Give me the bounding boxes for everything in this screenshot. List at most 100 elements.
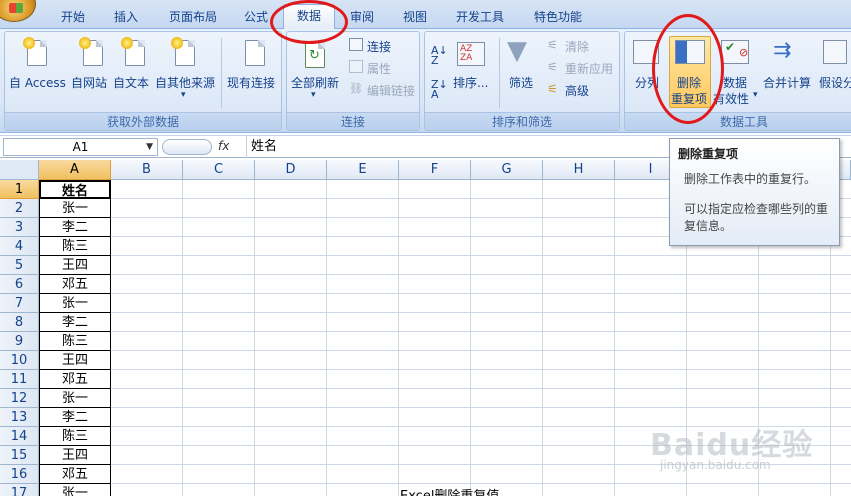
chevron-down-icon[interactable]: ▼ — [146, 139, 153, 155]
row-header[interactable]: 4 — [0, 237, 39, 256]
tab-insert[interactable]: 插入 — [106, 8, 146, 29]
tab-developer[interactable]: 开发工具 — [447, 8, 513, 29]
row-header[interactable]: 14 — [0, 427, 39, 446]
new-star-icon — [79, 37, 91, 49]
column-header-c[interactable]: C — [183, 160, 255, 180]
formula-bar-resize-handle[interactable] — [162, 139, 212, 155]
row-header[interactable]: 6 — [0, 275, 39, 294]
tab-special-features[interactable]: 特色功能 — [525, 8, 591, 29]
consolidate-button[interactable]: 合并计算 — [763, 74, 811, 91]
column-header-h[interactable]: H — [543, 160, 615, 180]
tab-view[interactable]: 视图 — [395, 8, 435, 29]
edit-links-button[interactable]: 编辑链接 — [367, 82, 415, 99]
select-all-corner[interactable] — [0, 160, 39, 180]
cell-a[interactable]: 张一 — [39, 484, 111, 496]
cell-a1-header[interactable]: 姓名 — [39, 180, 111, 199]
what-if-analysis-icon — [823, 40, 847, 64]
sort-a-z-icon[interactable]: A↓ Z — [431, 45, 448, 66]
name-box[interactable]: A1 ▼ — [3, 138, 158, 156]
divider — [499, 38, 500, 108]
annotation-circle-data-tab — [270, 0, 348, 44]
group-connections: ↻ 全部刷新 ▾ 连接 属性 ⛓ 编辑链接 连接 — [286, 31, 420, 131]
column-header-b[interactable]: B — [111, 160, 183, 180]
group-label: 排序和筛选 — [425, 112, 619, 130]
gridline — [111, 483, 851, 484]
gridline — [254, 180, 255, 496]
cell-a[interactable]: 张一 — [39, 199, 111, 218]
tab-home[interactable]: 开始 — [52, 8, 94, 29]
sort-z-a-icon[interactable]: Z↓ A — [431, 79, 448, 100]
column-header-a[interactable]: A — [39, 160, 111, 180]
data-validation-label-1[interactable]: 数据 — [723, 74, 747, 91]
chevron-down-icon: ▾ — [311, 90, 316, 100]
sort-az-letters: AZ ZA — [460, 44, 473, 63]
gridline — [111, 274, 851, 275]
cell-a[interactable]: 陈三 — [39, 332, 111, 351]
gridline — [542, 180, 543, 496]
from-other-sources-button[interactable]: 自其他来源 — [155, 74, 215, 91]
cell-a[interactable]: 王四 — [39, 446, 111, 465]
cell-a[interactable]: 陈三 — [39, 427, 111, 446]
tooltip-line-2: 可以指定应检查哪些列的重复信息。 — [684, 202, 829, 233]
row-header[interactable]: 2 — [0, 199, 39, 218]
from-access-button[interactable]: 自 Access — [9, 74, 66, 91]
cell-a[interactable]: 邓五 — [39, 275, 111, 294]
tooltip-line-1: 删除工作表中的重复行。 — [684, 172, 817, 186]
group-get-external-data: 自 Access 自网站 自文本 自其他来源 ▾ 现有连接 获取外部数据 — [4, 31, 282, 131]
link-icon: ⛓ — [349, 82, 363, 95]
connections-button[interactable]: 连接 — [367, 38, 391, 55]
cell-a[interactable]: 张一 — [39, 389, 111, 408]
cell-a[interactable]: 李二 — [39, 313, 111, 332]
existing-connections-icon — [245, 40, 265, 66]
row-header[interactable]: 8 — [0, 313, 39, 332]
cell-a[interactable]: 陈三 — [39, 237, 111, 256]
group-label: 获取外部数据 — [5, 112, 281, 130]
office-button[interactable] — [0, 0, 36, 22]
clear-filter-icon: ⚟ — [547, 38, 558, 52]
gridline — [470, 180, 471, 496]
cell-a[interactable]: 李二 — [39, 408, 111, 427]
annotation-circle-remove-duplicates — [652, 14, 724, 124]
row-header[interactable]: 15 — [0, 446, 39, 465]
new-star-icon — [23, 37, 35, 49]
column-header-e[interactable]: E — [327, 160, 399, 180]
row-header[interactable]: 11 — [0, 370, 39, 389]
reapply-button[interactable]: 重新应用 — [565, 60, 613, 77]
gridline — [111, 312, 851, 313]
advanced-button[interactable]: 高级 — [565, 82, 589, 99]
what-if-analysis-button[interactable]: 假设分 — [819, 74, 851, 91]
clear-button[interactable]: 清除 — [565, 38, 589, 55]
properties-button[interactable]: 属性 — [367, 60, 391, 77]
row-header[interactable]: 10 — [0, 351, 39, 370]
existing-connections-button[interactable]: 现有连接 — [227, 74, 275, 91]
row-header[interactable]: 13 — [0, 408, 39, 427]
insert-function-icon[interactable]: fx — [218, 139, 229, 153]
row-header[interactable]: 17 — [0, 484, 39, 496]
tab-page-layout[interactable]: 页面布局 — [160, 8, 226, 29]
cell-a[interactable]: 张一 — [39, 294, 111, 313]
cell-a[interactable]: 王四 — [39, 256, 111, 275]
cell-a[interactable]: 邓五 — [39, 465, 111, 484]
column-header-f[interactable]: F — [399, 160, 471, 180]
row-header[interactable]: 12 — [0, 389, 39, 408]
row-header[interactable]: 9 — [0, 332, 39, 351]
filter-button[interactable]: 筛选 — [509, 74, 533, 91]
row-header[interactable]: 3 — [0, 218, 39, 237]
filter-funnel-icon: ▼ — [507, 36, 527, 66]
advanced-filter-icon: ⚟ — [547, 82, 558, 96]
new-star-icon — [121, 37, 133, 49]
row-header[interactable]: 16 — [0, 465, 39, 484]
from-text-button[interactable]: 自文本 — [113, 74, 149, 91]
cell-a[interactable]: 李二 — [39, 218, 111, 237]
refresh-all-button[interactable]: 全部刷新 — [291, 74, 339, 91]
from-web-button[interactable]: 自网站 — [71, 74, 107, 91]
cell-a[interactable]: 邓五 — [39, 370, 111, 389]
column-header-d[interactable]: D — [255, 160, 327, 180]
cell-a[interactable]: 王四 — [39, 351, 111, 370]
sort-button[interactable]: 排序... — [453, 74, 488, 91]
row-header[interactable]: 7 — [0, 294, 39, 313]
no-entry-icon: ⊘ — [739, 46, 749, 59]
row-header[interactable]: 1 — [0, 180, 39, 199]
column-header-g[interactable]: G — [471, 160, 543, 180]
row-header[interactable]: 5 — [0, 256, 39, 275]
